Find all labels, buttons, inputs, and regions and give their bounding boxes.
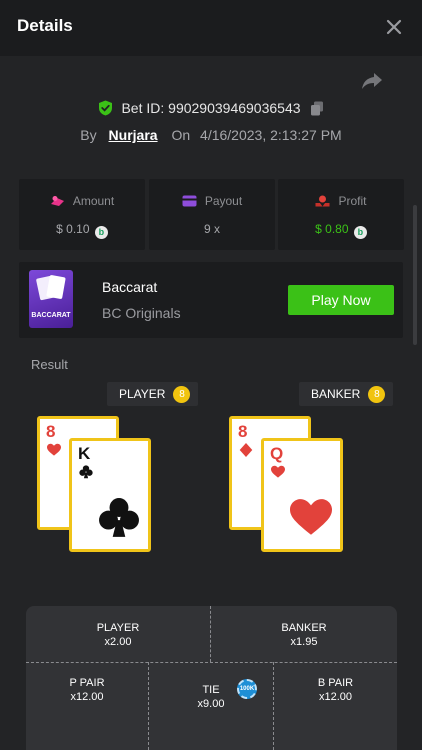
baccarat-thumbnail[interactable]: BACCARAT xyxy=(29,270,73,328)
b-pair-label: B PAIR xyxy=(317,677,354,689)
chip-icon: 100K xyxy=(237,679,257,699)
player-card-2: K xyxy=(69,438,151,552)
club-icon xyxy=(79,465,93,479)
close-icon[interactable] xyxy=(384,17,404,37)
tie-odds: x9.00 xyxy=(197,698,225,710)
by-label: By xyxy=(80,127,97,143)
payout-label: Payout xyxy=(204,194,243,208)
bet-datetime: 4/16/2023, 2:13:27 PM xyxy=(200,127,342,143)
banker-tag: BANKER 8 xyxy=(299,382,394,406)
banker-card-2: Q xyxy=(261,438,343,552)
heart-icon xyxy=(271,465,285,478)
game-name: Baccarat xyxy=(102,279,158,295)
profit-stat: Profit $ 0.80 b xyxy=(278,179,404,250)
card-rank: K xyxy=(78,444,91,463)
banker-bet-cell: BANKER x1.95 xyxy=(211,621,397,649)
bet-byline: By Nurjara On 4/16/2023, 2:13:27 PM xyxy=(0,127,422,143)
profit-label: Profit xyxy=(338,194,367,208)
user-link[interactable]: Nurjara xyxy=(109,127,158,143)
player-score-badge: 8 xyxy=(173,386,191,403)
payout-stat: Payout 9 x xyxy=(149,179,275,250)
copy-icon[interactable] xyxy=(310,101,324,116)
bet-id-label: Bet ID: xyxy=(121,100,165,116)
card-rank: Q xyxy=(270,444,284,463)
scrollbar[interactable] xyxy=(413,205,417,345)
card-rank: 8 xyxy=(238,422,248,441)
heart-icon xyxy=(47,443,61,456)
b-pair-odds: x12.00 xyxy=(318,691,353,703)
p-pair-bet-cell: P PAIR x12.00 xyxy=(26,676,148,704)
result-label: Result xyxy=(31,357,68,372)
banker-label: BANKER xyxy=(311,387,361,401)
amount-stat: Amount $ 0.10 b xyxy=(19,179,145,250)
card-rank: 8 xyxy=(46,422,56,441)
page-title: Details xyxy=(17,16,73,35)
heart-icon xyxy=(290,499,332,535)
payout-value: 9 x xyxy=(203,222,220,236)
table-divider xyxy=(26,662,397,663)
b-pair-bet-cell: B PAIR x12.00 xyxy=(274,676,397,704)
banker-score-badge: 8 xyxy=(368,386,386,403)
banker-bet-odds: x1.95 xyxy=(290,636,318,648)
bcd-coin-icon: b xyxy=(353,226,367,239)
share-icon[interactable] xyxy=(361,71,383,91)
bet-id-value: 99029039469036543 xyxy=(168,100,301,116)
shield-check-icon xyxy=(98,100,112,116)
amount-value: $ 0.10 xyxy=(56,222,90,236)
thumbnail-text: BACCARAT xyxy=(31,312,71,319)
profit-icon xyxy=(315,195,330,207)
player-label: PLAYER xyxy=(119,387,166,401)
on-label: On xyxy=(171,127,191,143)
player-bet-odds: x2.00 xyxy=(104,636,132,648)
amount-icon xyxy=(50,196,64,206)
player-tag: PLAYER 8 xyxy=(107,382,199,406)
profit-value: $ 0.80 xyxy=(315,222,349,236)
bet-id-line: Bet ID: 99029039469036543 xyxy=(0,100,422,116)
p-pair-odds: x12.00 xyxy=(70,691,104,703)
game-provider: BC Originals xyxy=(102,305,181,321)
club-icon xyxy=(99,498,139,537)
banker-bet-label: BANKER xyxy=(281,622,327,634)
amount-label: Amount xyxy=(72,194,115,208)
game-panel: BACCARAT Baccarat BC Originals Play Now xyxy=(19,262,403,338)
card-thumb xyxy=(46,274,66,300)
wallet-icon xyxy=(182,195,197,207)
bcd-coin-icon: b xyxy=(94,226,108,239)
details-header: Details xyxy=(0,0,422,56)
play-now-button[interactable]: Play Now xyxy=(288,285,394,315)
player-bet-label: PLAYER xyxy=(96,622,140,634)
diamond-icon xyxy=(239,443,253,457)
p-pair-label: P PAIR xyxy=(69,677,105,689)
player-bet-cell: PLAYER x2.00 xyxy=(26,621,210,649)
